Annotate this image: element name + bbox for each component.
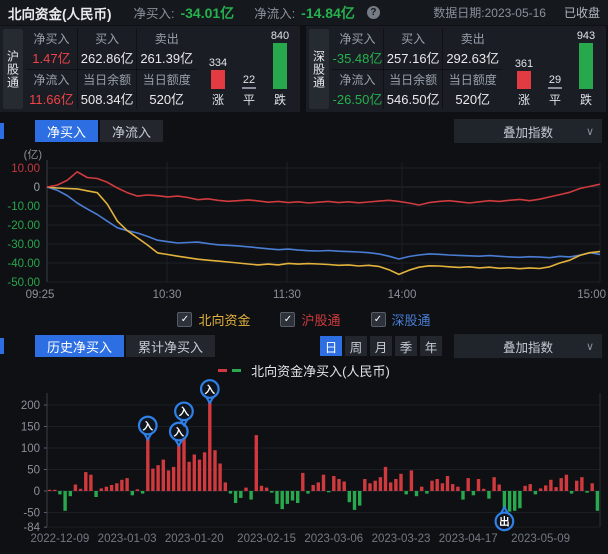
panel-shenzhen-connect: 深股通 净买入 -35.48亿 买入 257.16亿 卖出 292.63亿 净流… — [306, 26, 606, 112]
cell-quota: 当日额度 520亿 — [137, 70, 196, 110]
svg-text:出: 出 — [499, 515, 510, 528]
svg-text:0: 0 — [34, 486, 40, 498]
page-title: 北向资金(人民币) — [8, 3, 112, 23]
bar-chart-legend: 北向资金净买入(人民币) — [0, 361, 608, 379]
legend-northbound[interactable]: ✓ 北向资金 — [177, 310, 250, 329]
svg-text:-20.00: -20.00 — [7, 220, 40, 232]
legend-dash-green — [232, 369, 241, 372]
svg-text:2023-01-20: 2023-01-20 — [165, 533, 224, 545]
period-month-button[interactable]: 月 — [370, 336, 392, 356]
section-accent-bar — [0, 123, 4, 139]
header: 北向资金(人民币) 净买入: -34.01亿 净流入: -14.84亿 ? 数据… — [0, 0, 608, 25]
panel-shanghai-connect: 沪股通 净买入 1.47亿 买入 262.86亿 卖出 261.39亿 净流入 … — [0, 26, 300, 112]
svg-text:-40.00: -40.00 — [7, 258, 40, 270]
panel-shanghai-label: 沪股通 — [3, 29, 23, 109]
legend-shanghai[interactable]: ✓ 沪股通 — [280, 310, 340, 329]
svg-text:入: 入 — [174, 426, 185, 438]
period-quarter-button[interactable]: 季 — [395, 336, 417, 356]
cell-buy: 买入 257.16亿 — [384, 29, 443, 69]
checkbox-shenzhen[interactable]: ✓ — [371, 312, 386, 327]
cell-net-buy: 净买入 -35.48亿 — [332, 29, 383, 69]
svg-text:2023-04-17: 2023-04-17 — [439, 533, 498, 545]
net-inflow-value: -14.84亿 — [301, 3, 355, 23]
line-chart-legend: ✓ 北向资金 ✓ 沪股通 ✓ 深股通 — [0, 308, 608, 330]
tab-history-net-buy[interactable]: 历史净买入 — [35, 335, 124, 357]
svg-text:09:25: 09:25 — [26, 289, 55, 301]
net-buy-label: 净买入: — [134, 3, 175, 22]
svg-text:入: 入 — [179, 406, 190, 418]
svg-text:150: 150 — [21, 422, 40, 434]
shanghai-updown-chart: 334涨22平840跌 — [199, 29, 297, 109]
history-net-buy-chart[interactable]: 200150100500-50-842022-12-092023-01-0320… — [0, 379, 608, 550]
connect-panels: 沪股通 净买入 1.47亿 买入 262.86亿 卖出 261.39亿 净流入 … — [0, 25, 608, 115]
svg-text:-10.00: -10.00 — [7, 201, 40, 213]
tab-net-buy[interactable]: 净买入 — [35, 120, 98, 142]
market-status: 已收盘 — [564, 4, 600, 21]
svg-text:2023-05-09: 2023-05-09 — [511, 533, 570, 545]
legend-shenzhen[interactable]: ✓ 深股通 — [371, 310, 431, 329]
svg-text:50: 50 — [27, 465, 40, 477]
data-date: 数据日期:2023-05-16 — [433, 4, 546, 21]
cell-quota: 当日额度 520亿 — [443, 70, 502, 110]
cell-net-inflow: 净流入 -26.50亿 — [332, 70, 383, 110]
svg-text:入: 入 — [143, 420, 154, 432]
history-tabs-row: 历史净买入 累计净买入 日 周 月 季 年 叠加指数 ∨ — [0, 333, 608, 359]
svg-text:-50.00: -50.00 — [7, 277, 40, 289]
net-inflow-label: 净流入: — [254, 3, 295, 22]
cell-net-inflow: 净流入 11.66亿 — [26, 70, 77, 110]
cell-buy: 买入 262.86亿 — [78, 29, 137, 69]
northbound-funds-panel: 北向资金(人民币) 净买入: -34.01亿 净流入: -14.84亿 ? 数据… — [0, 0, 608, 554]
checkbox-shanghai[interactable]: ✓ — [280, 312, 295, 327]
section-accent-bar — [0, 338, 4, 354]
checkbox-northbound[interactable]: ✓ — [177, 312, 192, 327]
svg-text:2023-01-03: 2023-01-03 — [98, 533, 157, 545]
svg-text:15:00: 15:00 — [577, 289, 606, 301]
svg-text:100: 100 — [21, 443, 40, 455]
overlay-index-select[interactable]: 叠加指数 ∨ — [454, 334, 602, 358]
svg-text:2023-03-06: 2023-03-06 — [304, 533, 363, 545]
panel-shenzhen-grid: 净买入 -35.48亿 买入 257.16亿 卖出 292.63亿 净流入 -2… — [332, 29, 502, 109]
svg-text:10:30: 10:30 — [153, 289, 182, 301]
help-icon[interactable]: ? — [367, 6, 380, 19]
period-week-button[interactable]: 周 — [345, 336, 367, 356]
net-buy-value: -34.01亿 — [180, 3, 234, 23]
cell-balance: 当日余额 546.50亿 — [384, 70, 443, 110]
svg-text:2023-03-23: 2023-03-23 — [372, 533, 431, 545]
overlay-index-select[interactable]: 叠加指数 ∨ — [454, 119, 602, 143]
svg-text:10.00: 10.00 — [11, 163, 40, 175]
cell-sell: 卖出 292.63亿 — [443, 29, 502, 69]
svg-text:11:30: 11:30 — [273, 289, 301, 301]
tab-cumulative-net-buy[interactable]: 累计净买入 — [126, 335, 215, 357]
chevron-down-icon: ∨ — [586, 340, 594, 353]
bar-legend-label: 北向资金净买入(人民币) — [251, 361, 390, 380]
svg-text:2022-12-09: 2022-12-09 — [30, 533, 89, 545]
period-year-button[interactable]: 年 — [420, 336, 442, 356]
svg-text:200: 200 — [21, 400, 40, 412]
period-day-button[interactable]: 日 — [320, 336, 342, 356]
svg-text:0: 0 — [34, 182, 40, 194]
svg-text:-30.00: -30.00 — [7, 239, 40, 251]
svg-text:2023-02-15: 2023-02-15 — [237, 533, 296, 545]
svg-text:-50: -50 — [23, 508, 40, 520]
svg-text:(亿): (亿) — [24, 148, 42, 161]
tab-net-inflow[interactable]: 净流入 — [100, 120, 163, 142]
cell-balance: 当日余额 508.34亿 — [78, 70, 137, 110]
shenzhen-updown-chart: 361涨29平943跌 — [505, 29, 603, 109]
chevron-down-icon: ∨ — [586, 125, 594, 138]
svg-text:入: 入 — [205, 384, 216, 396]
legend-dash-red — [218, 369, 227, 372]
svg-text:14:00: 14:00 — [388, 289, 417, 301]
panel-shanghai-grid: 净买入 1.47亿 买入 262.86亿 卖出 261.39亿 净流入 11.6… — [26, 29, 196, 109]
cell-sell: 卖出 261.39亿 — [137, 29, 196, 69]
panel-shenzhen-label: 深股通 — [309, 29, 329, 109]
flow-tabs-row: 净买入 净流入 叠加指数 ∨ — [0, 118, 608, 144]
intraday-net-buy-chart[interactable]: 10.00 0 -10.00 -20.00 -30.00 -40.00 -50.00 (亿) 0… — [0, 146, 608, 308]
cell-net-buy: 净买入 1.47亿 — [26, 29, 77, 69]
